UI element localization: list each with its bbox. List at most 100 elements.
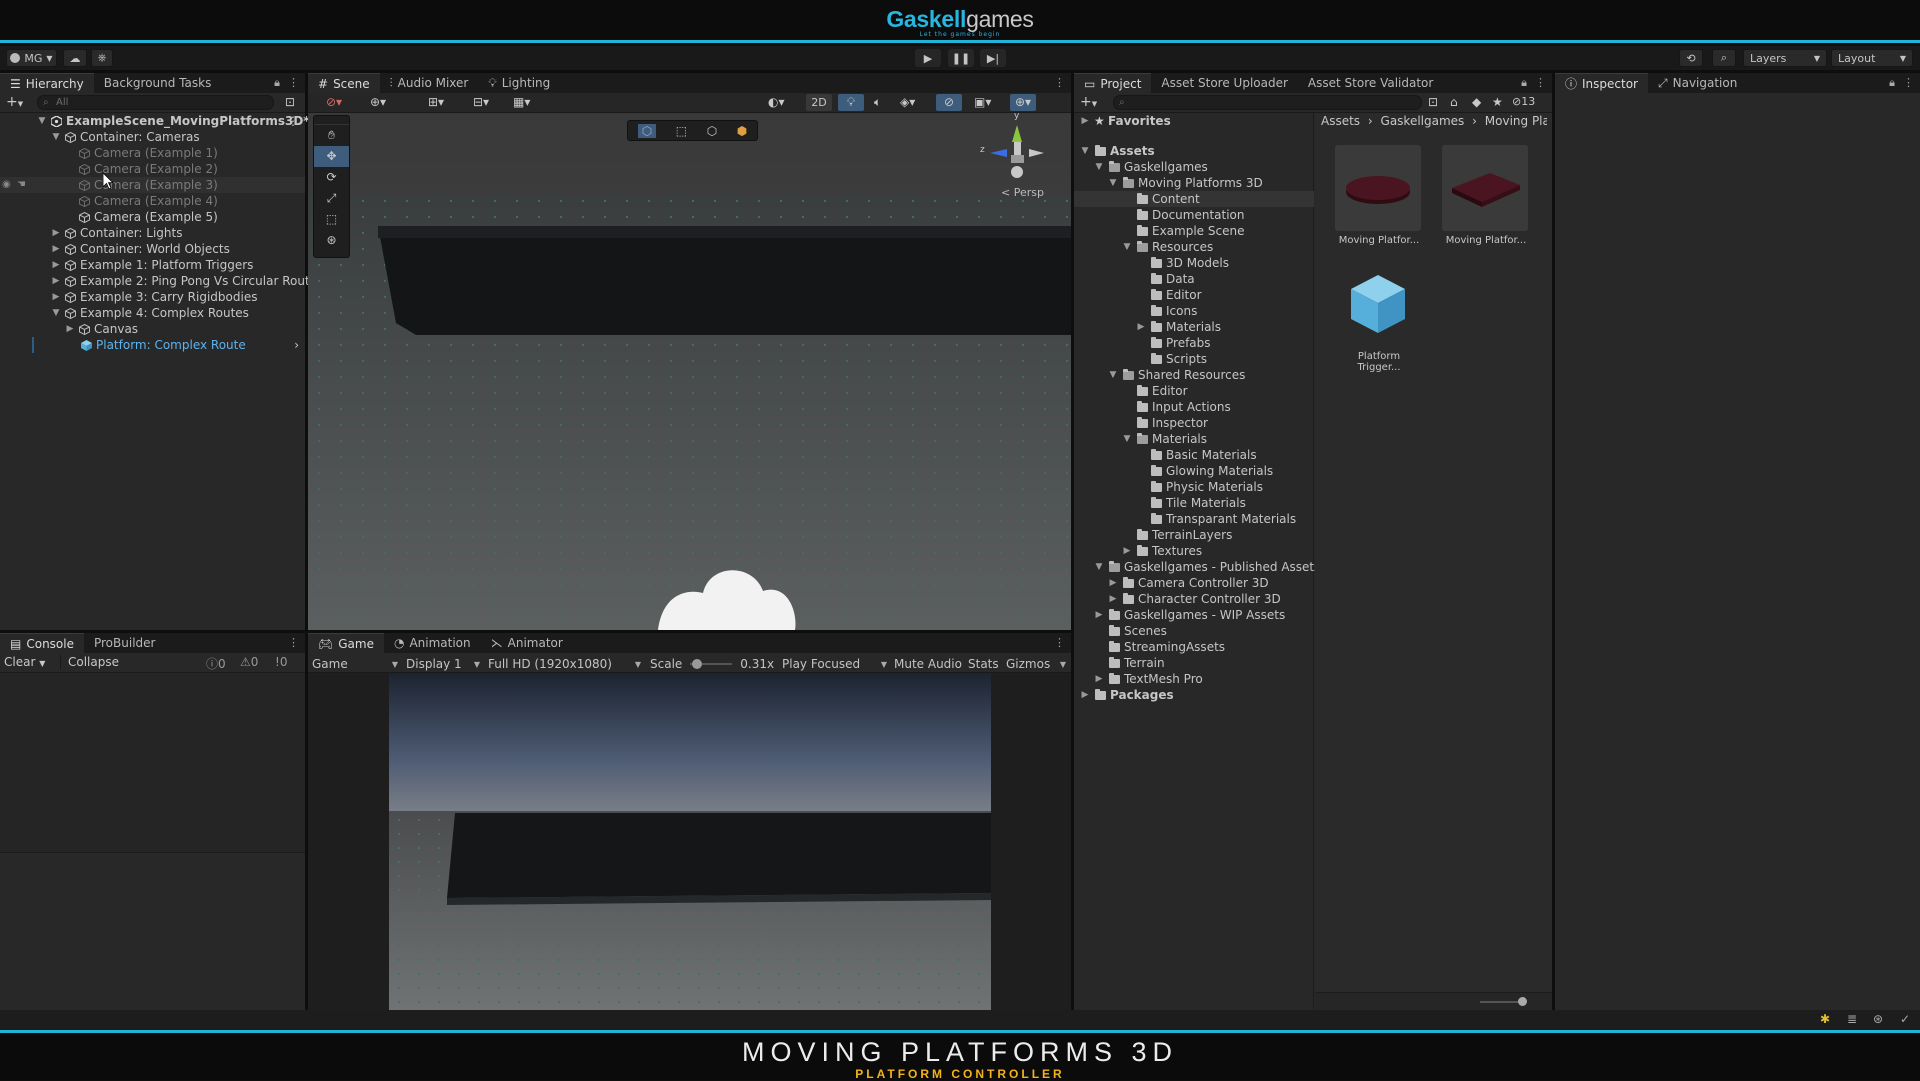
step-button[interactable]: ▶| bbox=[980, 49, 1006, 67]
pause-button[interactable]: ❚❚ bbox=[948, 49, 974, 67]
chevron-down-icon[interactable]: ▼ bbox=[1108, 175, 1118, 191]
project-folder-row[interactable]: Scripts bbox=[1074, 351, 1314, 367]
project-folder-row[interactable]: Content bbox=[1074, 191, 1314, 207]
chevron-right-icon[interactable]: ▶ bbox=[65, 321, 75, 337]
asset-tile[interactable]: Moving Platfor... bbox=[1335, 145, 1423, 255]
tab-animation[interactable]: ◔ Animation bbox=[384, 633, 481, 653]
collapse-button[interactable]: Collapse bbox=[60, 655, 119, 669]
tab-scene[interactable]: # Scene bbox=[308, 73, 380, 93]
chevron-right-icon[interactable]: ▶ bbox=[51, 241, 61, 257]
tool-handle-icon[interactable]: ⊘▾ bbox=[326, 95, 342, 109]
project-folder-row[interactable]: Prefabs bbox=[1074, 335, 1314, 351]
tab-probuilder[interactable]: ProBuilder bbox=[84, 633, 165, 653]
tab-background-tasks[interactable]: Background Tasks bbox=[94, 73, 222, 93]
chevron-right-icon[interactable]: ▶ bbox=[1080, 687, 1090, 703]
add-object-button[interactable]: +▼ bbox=[6, 94, 23, 110]
chevron-right-icon[interactable]: ▶ bbox=[51, 225, 61, 241]
hierarchy-row[interactable]: Camera (Example 5) bbox=[0, 209, 305, 225]
chevron-down-icon[interactable]: ▼ bbox=[51, 305, 61, 321]
wire-cube-icon[interactable]: ⬡ bbox=[707, 124, 717, 138]
chevron-down-icon[interactable]: ▼ bbox=[1080, 143, 1090, 159]
project-folder-row[interactable]: ▼ Assets bbox=[1074, 143, 1314, 159]
project-folder-row[interactable]: ▼ Moving Platforms 3D bbox=[1074, 175, 1314, 191]
breadcrumb-item[interactable]: Assets bbox=[1321, 114, 1360, 128]
hidden-packages-button[interactable]: ⊘13 bbox=[1512, 95, 1535, 108]
check-icon[interactable]: ✓ bbox=[1900, 1012, 1910, 1026]
chevron-right-icon[interactable]: ▶ bbox=[1108, 575, 1118, 591]
project-folder-row[interactable]: ▶ Materials bbox=[1074, 319, 1314, 335]
project-folder-row[interactable]: Inspector bbox=[1074, 415, 1314, 431]
create-asset-button[interactable]: +▼ bbox=[1080, 94, 1097, 110]
auto-generate-lighting-icon[interactable]: ⊛ bbox=[1873, 1012, 1883, 1026]
hierarchy-row[interactable]: Platform: Complex Route › bbox=[32, 337, 305, 353]
toggle-2d-button[interactable]: 2D bbox=[806, 94, 832, 111]
hierarchy-search-input[interactable]: ⌕ All bbox=[37, 95, 274, 110]
chevron-right-icon[interactable]: › bbox=[294, 337, 299, 353]
chevron-right-icon[interactable]: ▶ bbox=[1094, 607, 1104, 623]
layout-dropdown[interactable]: Layout ▼ bbox=[1831, 49, 1913, 67]
lighting-toggle-icon[interactable]: 💡︎ bbox=[838, 94, 864, 111]
tab-navigation[interactable]: ⤢ Navigation bbox=[1648, 73, 1747, 93]
gizmos-icon[interactable]: ⊕▾ bbox=[1010, 94, 1036, 111]
info-count-button[interactable]: ⓘ0 bbox=[206, 655, 226, 672]
project-folder-row[interactable]: Terrain bbox=[1074, 655, 1314, 671]
project-folder-row[interactable]: ▼ Gaskellgames bbox=[1074, 159, 1314, 175]
chevron-right-icon[interactable]: ▶ bbox=[51, 289, 61, 305]
kebab-menu-icon[interactable]: ⋮ bbox=[288, 76, 299, 90]
kebab-menu-icon[interactable]: ⋮ bbox=[287, 113, 299, 129]
tab-animator[interactable]: ⋋ Animator bbox=[481, 633, 573, 653]
project-folder-row[interactable]: Tile Materials bbox=[1074, 495, 1314, 511]
project-folder-row[interactable]: Basic Materials bbox=[1074, 447, 1314, 463]
favorite-star-icon[interactable]: ★ bbox=[1492, 95, 1503, 109]
shading-mode-icon[interactable]: ◐▾ bbox=[768, 95, 785, 109]
scene-visibility-icon[interactable]: ⊡ bbox=[285, 95, 295, 109]
project-folder-row[interactable]: ▼ Shared Resources bbox=[1074, 367, 1314, 383]
project-folder-row[interactable]: Physic Materials bbox=[1074, 479, 1314, 495]
bug-icon[interactable]: ✱ bbox=[1820, 1012, 1830, 1026]
chevron-right-icon[interactable]: ▶ bbox=[1122, 543, 1132, 559]
lock-icon[interactable]: 🔒︎ bbox=[1889, 76, 1895, 90]
thumbnail-size-slider-knob[interactable] bbox=[1518, 997, 1527, 1006]
hierarchy-row[interactable]: Camera (Example 4) bbox=[0, 193, 305, 209]
transform-tool-icon[interactable]: ⊛ bbox=[314, 230, 349, 251]
hierarchy-row[interactable]: ▶ Example 1: Platform Triggers bbox=[0, 257, 305, 273]
project-folder-row[interactable]: Icons bbox=[1074, 303, 1314, 319]
breadcrumb-item[interactable]: Moving Platfo bbox=[1485, 114, 1547, 128]
kebab-menu-icon[interactable]: ⋮ bbox=[1535, 76, 1546, 90]
orientation-cube-icon[interactable]: ⬡ bbox=[637, 123, 657, 138]
hierarchy-row[interactable]: Camera (Example 1) bbox=[0, 145, 305, 161]
tab-hierarchy[interactable]: ☰ Hierarchy bbox=[0, 73, 94, 93]
scene-viewport[interactable]: ✋︎ ✥ ⟳ ⤢ ⬚ ⊛ ⬡ ⬚ ⬡ ⬢ y z < Persp bbox=[308, 113, 1071, 630]
chevron-down-icon[interactable]: ▼ bbox=[1122, 239, 1132, 255]
project-folder-row[interactable]: ▼ Resources bbox=[1074, 239, 1314, 255]
search-by-label-icon[interactable]: ⌂ bbox=[1450, 95, 1458, 109]
hierarchy-row[interactable]: ▶ Example 3: Carry Rigidbodies bbox=[0, 289, 305, 305]
asset-tile[interactable]: Platform Trigger... bbox=[1335, 261, 1423, 373]
favorites-row[interactable]: ▶ ★ Favorites bbox=[1074, 113, 1313, 129]
audio-toggle-icon[interactable]: 🔈︎ bbox=[874, 95, 881, 110]
hidden-objects-icon[interactable]: ⊘ bbox=[936, 94, 962, 111]
resolution-dropdown[interactable]: Full HD (1920x1080) ▼ bbox=[488, 656, 641, 672]
kebab-menu-icon[interactable]: ⋮ bbox=[1054, 636, 1065, 649]
project-folder-row[interactable]: Example Scene bbox=[1074, 223, 1314, 239]
scale-slider[interactable]: Scale 0.31x bbox=[650, 656, 790, 672]
grid-visibility-icon[interactable]: ▦▾ bbox=[513, 95, 530, 109]
undo-history-button[interactable]: ⟲ bbox=[1679, 49, 1703, 67]
probuilder-cube-icon[interactable]: ⬢ bbox=[737, 124, 747, 138]
project-folder-row[interactable]: ▶ Camera Controller 3D bbox=[1074, 575, 1314, 591]
project-folder-row[interactable]: Documentation bbox=[1074, 207, 1314, 223]
project-folder-row[interactable]: ▶ Packages bbox=[1074, 687, 1314, 703]
project-folder-row[interactable]: ▼ Gaskellgames - Published Assets bbox=[1074, 559, 1321, 575]
project-folder-row[interactable]: ▼ Materials bbox=[1074, 431, 1314, 447]
hand-tool-icon[interactable]: ✋︎ bbox=[314, 125, 349, 146]
account-dropdown[interactable]: MG ▼ bbox=[6, 49, 57, 67]
search-button[interactable]: ⌕ bbox=[1712, 49, 1736, 67]
cache-server-icon[interactable]: ≣ bbox=[1847, 1012, 1857, 1026]
increment-snap-icon[interactable]: ⊟▾ bbox=[473, 95, 489, 109]
rect-tool-icon[interactable]: ⬚ bbox=[314, 209, 349, 230]
project-folder-row[interactable]: ▶ Gaskellgames - WIP Assets bbox=[1074, 607, 1314, 623]
pickability-hand-icon[interactable]: ☚ bbox=[17, 179, 26, 190]
lock-icon[interactable]: 🔒︎ bbox=[1521, 76, 1527, 90]
warning-count-button[interactable]: ⚠0 bbox=[240, 655, 258, 669]
chevron-right-icon[interactable]: ▶ bbox=[51, 257, 61, 273]
